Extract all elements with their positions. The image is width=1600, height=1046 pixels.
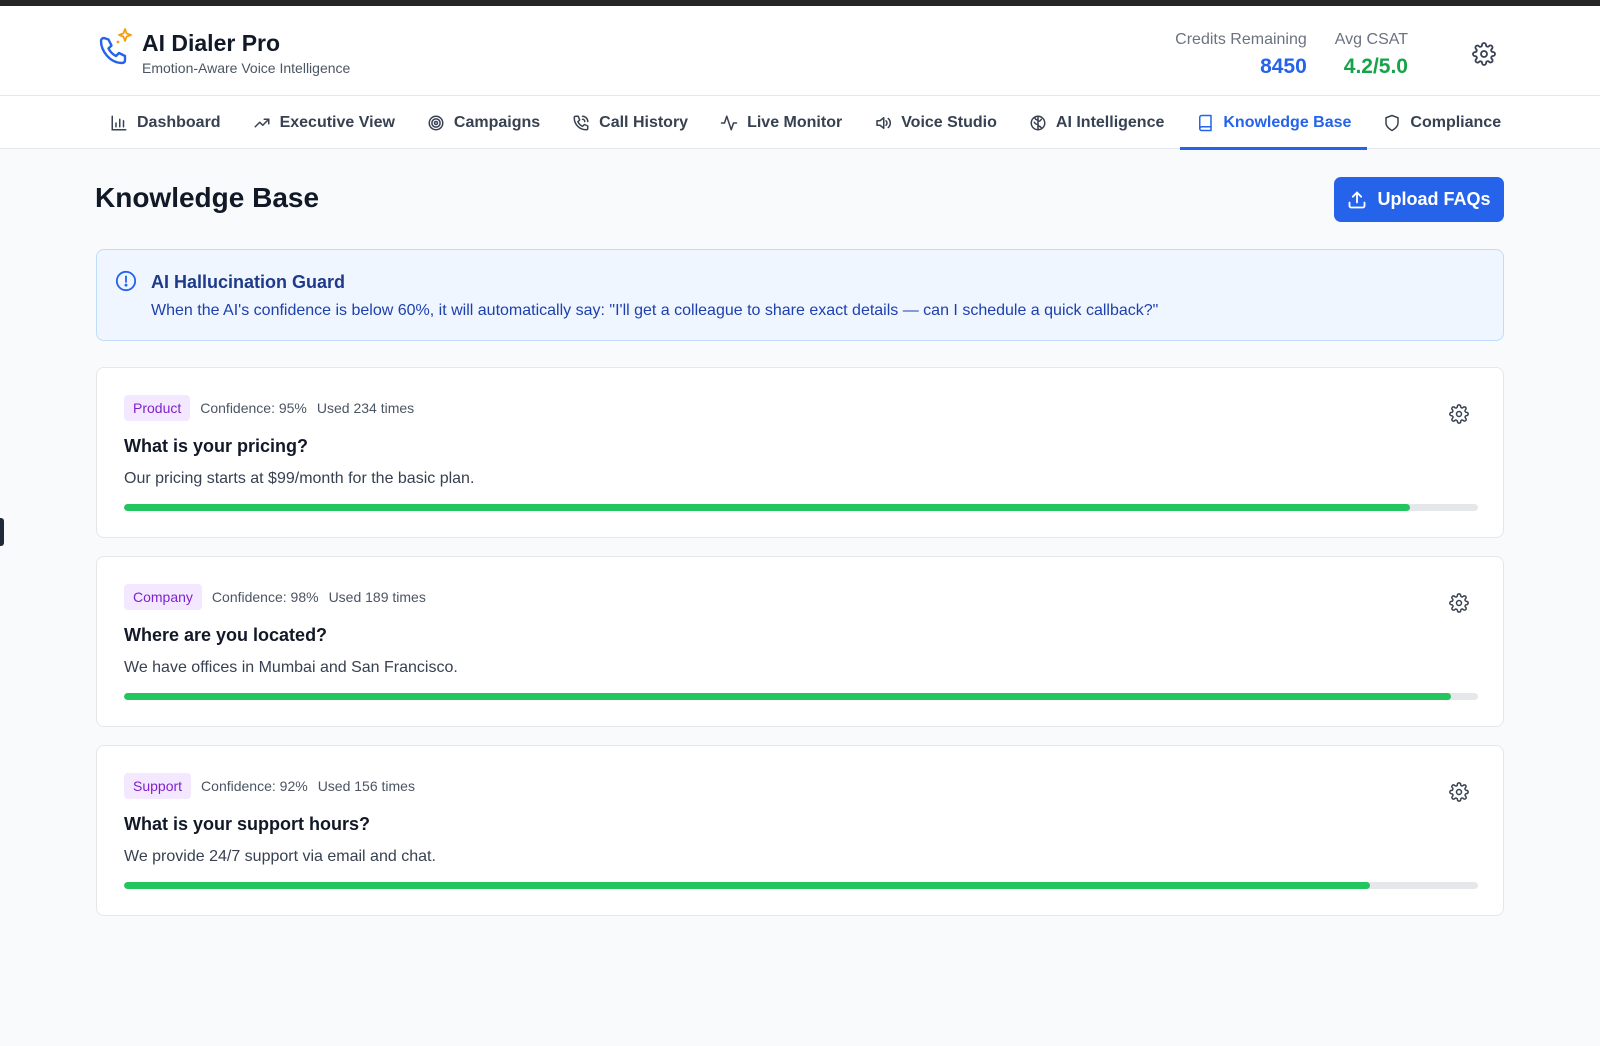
confidence-text: Confidence: 98% xyxy=(211,589,319,605)
tab-knowledge-base[interactable]: Knowledge Base xyxy=(1180,96,1368,150)
alert-circle-icon xyxy=(115,270,137,292)
confidence-bar-fill xyxy=(124,882,1370,889)
csat-stat: Avg CSAT 4.2/5.0 xyxy=(1335,28,1408,82)
faq-card[interactable]: Product Confidence: 95% Used 234 times What… xyxy=(96,367,1504,538)
upload-faqs-label: Upload FAQs xyxy=(1377,189,1491,209)
faq-settings-gear-icon[interactable] xyxy=(1449,593,1469,613)
tab-dashboard[interactable]: Dashboard xyxy=(94,96,237,149)
credits-label: Credits Remaining xyxy=(1175,31,1307,48)
side-handle[interactable] xyxy=(0,518,4,546)
brain-icon xyxy=(1030,115,1046,130)
brand: AI Dialer Pro Emotion-Aware Voice Intell… xyxy=(96,28,350,76)
hallucination-guard-alert: AI Hallucination Guard When the AI's con… xyxy=(96,249,1504,341)
faq-card[interactable]: Company Confidence: 98% Used 189 times Wher… xyxy=(96,556,1504,727)
tab-label: Call History xyxy=(599,113,689,131)
faq-question: Where are you located? xyxy=(124,625,328,645)
credits-value: 8450 xyxy=(1260,55,1307,78)
tab-label: Knowledge Base xyxy=(1223,113,1352,131)
faq-settings-gear-icon[interactable] xyxy=(1449,404,1469,424)
confidence-bar xyxy=(124,882,1478,889)
faq-answer: We provide 24/7 support via email and ch… xyxy=(124,848,436,865)
settings-gear-icon[interactable] xyxy=(1472,42,1496,66)
phone-call-icon xyxy=(573,115,589,130)
tab-live-monitor[interactable]: Live Monitor xyxy=(704,96,858,149)
tab-voice-studio[interactable]: Voice Studio xyxy=(858,96,1013,149)
confidence-bar-fill xyxy=(124,693,1451,700)
faq-meta: Support Confidence: 92% Used 156 times xyxy=(124,773,415,799)
tab-label: Compliance xyxy=(1410,113,1502,131)
confidence-bar-fill xyxy=(124,504,1411,511)
usage-text: Used 234 times xyxy=(316,400,415,416)
page-title: Knowledge Base xyxy=(95,182,320,213)
tab-label: Voice Studio xyxy=(901,113,997,131)
csat-value: 4.2/5.0 xyxy=(1343,55,1408,78)
tab-ai-intelligence[interactable]: AI Intelligence xyxy=(1013,96,1180,149)
confidence-bar xyxy=(124,504,1478,511)
speaker-icon xyxy=(876,116,892,129)
faq-answer: Our pricing starts at $99/month for the … xyxy=(124,470,475,487)
tab-label: AI Intelligence xyxy=(1055,113,1165,131)
phone-sparkle-icon xyxy=(96,28,138,72)
faq-meta: Company Confidence: 98% Used 189 times xyxy=(124,584,426,610)
category-tag: Product xyxy=(124,395,191,421)
activity-icon xyxy=(720,115,738,130)
confidence-bar xyxy=(124,693,1478,700)
guard-description: When the AI's confidence is below 60%, i… xyxy=(151,302,1159,319)
app-subtitle: Emotion-Aware Voice Intelligence xyxy=(142,60,351,76)
tab-compliance[interactable]: Compliance xyxy=(1367,96,1517,149)
trending-up-icon xyxy=(254,118,270,127)
usage-text: Used 189 times xyxy=(328,589,426,605)
faq-card[interactable]: Support Confidence: 92% Used 156 times What… xyxy=(96,745,1504,916)
tab-label: Live Monitor xyxy=(747,113,843,131)
tab-label: Dashboard xyxy=(137,113,221,131)
upload-faqs-button[interactable]: Upload FAQs xyxy=(1334,177,1504,222)
upload-icon xyxy=(1349,191,1366,208)
confidence-text: Confidence: 92% xyxy=(201,778,308,794)
tab-call-history[interactable]: Call History xyxy=(556,96,704,149)
app-title: AI Dialer Pro xyxy=(142,30,281,56)
usage-text: Used 156 times xyxy=(317,778,415,794)
target-icon xyxy=(428,115,444,130)
guard-title: AI Hallucination Guard xyxy=(151,272,346,292)
shield-icon xyxy=(1385,114,1400,131)
category-tag: Support xyxy=(124,773,192,799)
faq-meta: Product Confidence: 95% Used 234 times xyxy=(124,395,414,421)
app-header: AI Dialer Pro Emotion-Aware Voice Intell… xyxy=(0,6,1600,96)
header-stats: Credits Remaining 8450 Avg CSAT 4.2/5.0 xyxy=(1175,28,1408,82)
bar-chart-icon xyxy=(111,115,127,130)
main-nav: Dashboard Executive View Campaigns Call … xyxy=(0,96,1600,150)
confidence-text: Confidence: 95% xyxy=(200,400,307,416)
csat-label: Avg CSAT xyxy=(1334,31,1408,48)
tab-label: Campaigns xyxy=(453,113,541,131)
tab-label: Executive View xyxy=(279,113,395,131)
faq-question: What is your support hours? xyxy=(124,814,370,834)
credits-stat: Credits Remaining 8450 xyxy=(1175,28,1307,82)
tab-executive-view[interactable]: Executive View xyxy=(237,96,411,149)
faq-question: What is your pricing? xyxy=(124,436,309,456)
tab-campaigns[interactable]: Campaigns xyxy=(411,96,556,149)
category-tag: Company xyxy=(124,584,202,610)
book-icon xyxy=(1199,114,1213,131)
faq-settings-gear-icon[interactable] xyxy=(1449,782,1469,802)
faq-answer: We have offices in Mumbai and San Franci… xyxy=(124,659,458,676)
